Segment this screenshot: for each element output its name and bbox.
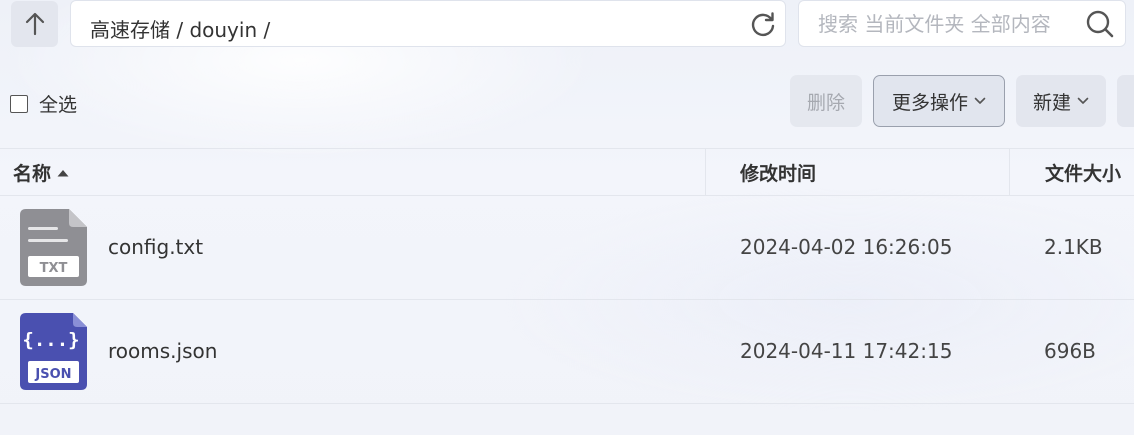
overflow-button[interactable] xyxy=(1117,75,1134,127)
file-mtime: 2024-04-11 17:42:15 xyxy=(740,339,953,363)
file-name[interactable]: config.txt xyxy=(108,196,203,298)
new-button[interactable]: 新建 xyxy=(1016,75,1106,127)
chevron-down-icon xyxy=(974,97,986,104)
search-box xyxy=(798,0,1126,47)
column-header-mtime[interactable]: 修改时间 xyxy=(705,149,816,195)
file-mtime: 2024-04-02 16:26:05 xyxy=(740,235,953,259)
column-header-name[interactable]: 名称 xyxy=(13,149,69,196)
more-actions-button[interactable]: 更多操作 xyxy=(873,75,1005,127)
file-size: 696B xyxy=(1044,339,1096,363)
table-row[interactable]: {...} JSON rooms.json 2024-04-11 17:42:1… xyxy=(0,300,1134,404)
delete-button[interactable]: 删除 xyxy=(790,75,862,127)
json-file-icon: {...} JSON xyxy=(20,313,87,390)
column-header-name-label: 名称 xyxy=(13,163,52,185)
column-header-size-label: 文件大小 xyxy=(1045,162,1122,185)
sort-ascending-icon xyxy=(57,169,69,176)
delete-button-label: 删除 xyxy=(806,91,845,114)
column-header-mtime-label: 修改时间 xyxy=(740,162,817,185)
search-input[interactable] xyxy=(818,12,1078,36)
search-icon[interactable] xyxy=(1085,9,1115,39)
select-all-label: 全选 xyxy=(39,94,78,116)
chevron-down-icon xyxy=(1077,97,1089,104)
up-directory-button[interactable] xyxy=(11,1,58,47)
file-size: 2.1KB xyxy=(1044,235,1103,259)
file-name[interactable]: rooms.json xyxy=(108,300,217,402)
select-all[interactable]: 全选 xyxy=(10,90,77,117)
json-file-icon-glyph: {...} xyxy=(22,329,79,351)
breadcrumb: 高速存储 / douyin / xyxy=(90,18,271,42)
refresh-icon[interactable] xyxy=(749,10,777,38)
json-file-icon-label: JSON xyxy=(34,367,71,382)
txt-file-icon: TXT xyxy=(20,209,87,286)
more-actions-label: 更多操作 xyxy=(891,91,968,114)
path-bar[interactable]: 高速存储 / douyin / xyxy=(70,0,786,47)
select-all-checkbox[interactable] xyxy=(10,94,28,113)
table-row[interactable]: TXT config.txt 2024-04-02 16:26:05 2.1KB xyxy=(0,196,1134,300)
new-button-label: 新建 xyxy=(1032,91,1071,114)
arrow-up-icon xyxy=(25,12,44,36)
table-header: 名称 修改时间 文件大小 xyxy=(0,148,1134,196)
txt-file-icon-label: TXT xyxy=(40,261,68,276)
column-header-size[interactable]: 文件大小 xyxy=(1009,149,1121,195)
